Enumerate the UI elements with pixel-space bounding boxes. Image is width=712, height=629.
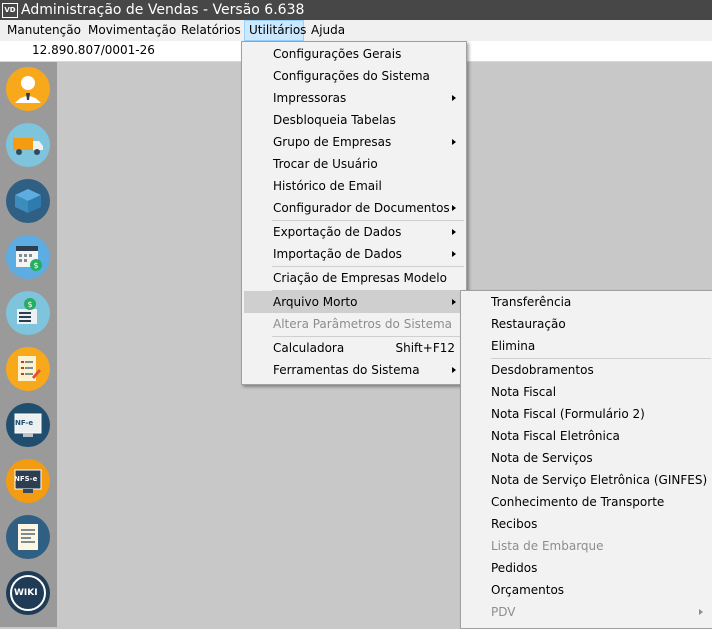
submenu-item-nota-fiscal[interactable]: Nota Fiscal: [463, 381, 711, 403]
submenu-arrow-icon: [452, 229, 456, 235]
submenu-item-elimina[interactable]: Elimina: [463, 335, 711, 357]
user-manager-icon[interactable]: [6, 67, 50, 111]
nfse-label: NFS-e: [14, 475, 38, 483]
submenu-arrow-icon: [452, 139, 456, 145]
menu-item-ferramentas-sistema[interactable]: Ferramentas do Sistema: [244, 359, 464, 381]
svg-text:$: $: [33, 261, 38, 270]
submenu-arrow-icon: [452, 251, 456, 257]
delivery-truck-icon[interactable]: [6, 123, 50, 167]
submenu-item-pdv: PDV: [463, 601, 711, 623]
submenu-item-nota-servicos[interactable]: Nota de Serviços: [463, 447, 711, 469]
menu-item-altera-parametros: Altera Parâmetros do Sistema: [273, 317, 453, 331]
menu-movimentacao[interactable]: Movimentação: [84, 20, 180, 41]
nfe-label: NF-e: [15, 419, 34, 427]
calendar-money-icon[interactable]: $: [6, 235, 50, 279]
menu-item-importacao-dados[interactable]: Importação de Dados: [244, 243, 464, 265]
submenu-arrow-icon: [452, 299, 456, 305]
wiki-label: WIKI: [14, 588, 38, 598]
menu-item-historico-email[interactable]: Histórico de Email: [244, 175, 464, 197]
submenu-item-lista-embarque: Lista de Embarque: [491, 539, 604, 553]
submenu-arrow-icon: [452, 205, 456, 211]
menu-item-configuracoes-gerais[interactable]: Configurações Gerais: [244, 43, 464, 65]
submenu-item-transferencia[interactable]: Transferência: [463, 291, 711, 313]
submenu-arrow-icon: [452, 367, 456, 373]
app-logo-icon: VD: [2, 3, 18, 18]
menu-item-configuracoes-sistema[interactable]: Configurações do Sistema: [244, 65, 464, 87]
menu-bar: Manutenção Movimentação Relatórios Utili…: [0, 20, 712, 41]
shortcut-label: Shift+F12: [395, 341, 455, 355]
submenu-item-desdobramentos[interactable]: Desdobramentos: [463, 359, 711, 381]
submenu-item-nota-fiscal-eletronica[interactable]: Nota Fiscal Eletrônica: [463, 425, 711, 447]
menu-item-exportacao-dados[interactable]: Exportação de Dados: [244, 221, 464, 243]
menu-utilitarios[interactable]: Utilitários: [244, 20, 306, 41]
money-list-icon[interactable]: $: [6, 291, 50, 335]
svg-text:$: $: [27, 300, 32, 309]
window-title: Administração de Vendas - Versão 6.638: [21, 2, 305, 18]
submenu-item-orcamentos[interactable]: Orçamentos: [463, 579, 711, 601]
menu-relatorios[interactable]: Relatórios: [177, 20, 245, 41]
submenu-arrow-icon: [699, 609, 703, 615]
menu-ajuda[interactable]: Ajuda: [307, 20, 349, 41]
menu-item-arquivo-morto[interactable]: Arquivo Morto: [244, 291, 464, 313]
menu-item-calculadora[interactable]: Calculadora Shift+F12: [244, 337, 464, 359]
box-icon[interactable]: [6, 179, 50, 223]
menu-item-trocar-usuario[interactable]: Trocar de Usuário: [244, 153, 464, 175]
submenu-item-nota-fiscal-form2[interactable]: Nota Fiscal (Formulário 2): [463, 403, 711, 425]
sidebar: $ $ NF-e NFS-e WIKI: [0, 62, 57, 627]
submenu-item-pedidos[interactable]: Pedidos: [463, 557, 711, 579]
menu-manutencao[interactable]: Manutenção: [3, 20, 85, 41]
submenu-item-nota-servico-eletronica[interactable]: Nota de Serviço Eletrônica (GINFES): [463, 469, 711, 491]
menu-item-criacao-empresas-modelo[interactable]: Criação de Empresas Modelo: [244, 267, 464, 289]
submenu-item-restauracao[interactable]: Restauração: [463, 313, 711, 335]
submenu-arrow-icon: [452, 95, 456, 101]
company-cnpj: 12.890.807/0001-26: [32, 43, 155, 57]
submenu-item-recibos[interactable]: Recibos: [463, 513, 711, 535]
menu-item-impressoras[interactable]: Impressoras: [244, 87, 464, 109]
submenu-item-conhecimento-transporte[interactable]: Conhecimento de Transporte: [463, 491, 711, 513]
checklist-icon[interactable]: [6, 347, 50, 391]
menu-item-configurador-documentos[interactable]: Configurador de Documentos: [244, 197, 464, 219]
menu-item-grupo-empresas[interactable]: Grupo de Empresas: [244, 131, 464, 153]
receipt-icon[interactable]: [6, 515, 50, 559]
menu-item-desbloqueia-tabelas[interactable]: Desbloqueia Tabelas: [244, 109, 464, 131]
arquivo-morto-submenu: Transferência Restauração Elimina Desdob…: [460, 290, 712, 629]
title-bar: VD Administração de Vendas - Versão 6.63…: [0, 0, 712, 20]
utilitarios-dropdown: Configurações Gerais Configurações do Si…: [241, 41, 467, 385]
